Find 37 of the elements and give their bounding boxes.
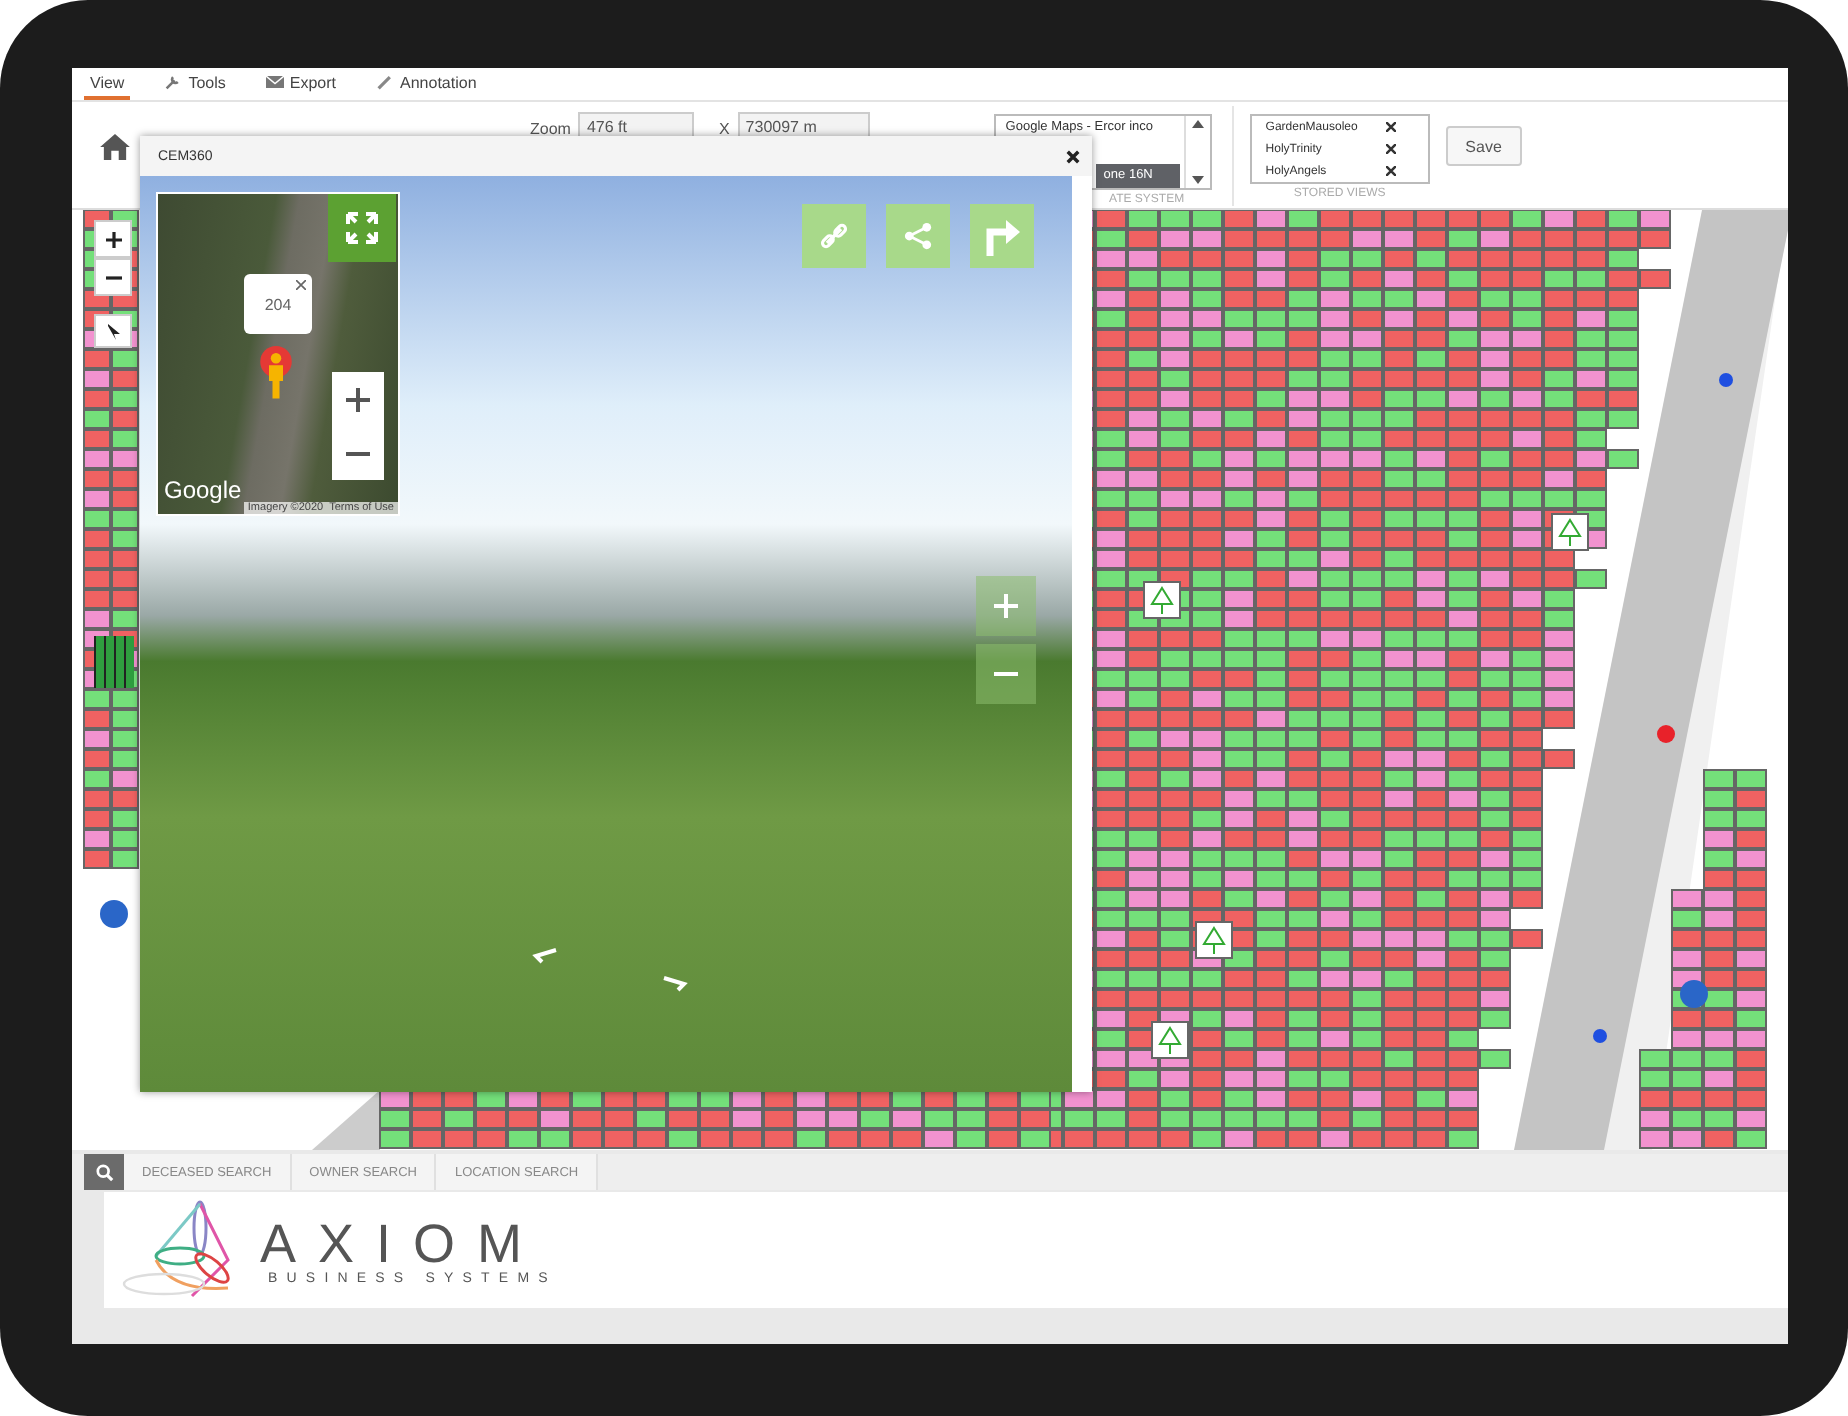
plus-icon — [994, 594, 1018, 618]
grid-icon — [94, 636, 134, 688]
chevron-left-icon[interactable] — [532, 948, 560, 964]
x-label: X — [718, 120, 730, 138]
delete-icon[interactable] — [1385, 166, 1396, 176]
delete-icon[interactable] — [1385, 144, 1396, 154]
pencil-icon — [376, 74, 395, 90]
pointer-tool-button[interactable] — [94, 314, 132, 348]
zoom-in-button[interactable] — [94, 220, 132, 258]
close-icon[interactable] — [1066, 149, 1080, 163]
scroll-up-icon[interactable] — [1191, 120, 1204, 128]
cursor-icon — [103, 321, 123, 341]
marker-label: 204 — [264, 295, 292, 313]
save-button[interactable]: Save — [1445, 126, 1522, 166]
search-button[interactable] — [84, 1154, 124, 1190]
person-marker-icon — [260, 346, 292, 402]
plus-icon — [346, 387, 370, 411]
link-icon — [820, 222, 848, 250]
menu-tab[interactable]: Export — [259, 68, 343, 100]
zoom-out-button[interactable] — [94, 258, 132, 296]
share-icon — [904, 222, 932, 250]
chevron-right-icon[interactable] — [660, 976, 688, 992]
menu-tab[interactable]: Tools — [158, 68, 232, 100]
menu-tab[interactable]: Annotation — [370, 68, 483, 100]
scroll-down-icon[interactable] — [1191, 176, 1204, 184]
envelope-icon — [265, 74, 284, 90]
plus-icon — [103, 229, 123, 249]
delete-icon[interactable] — [1385, 122, 1396, 132]
fullscreen-icon — [346, 212, 378, 244]
logo-name: AXIOM — [260, 1215, 545, 1271]
turn-right-arrow-icon — [982, 216, 1022, 256]
search-icon — [95, 1163, 113, 1181]
map-logo: Google — [164, 476, 242, 504]
zoom-label: Zoom — [530, 120, 571, 138]
wrench-icon — [164, 74, 183, 90]
fullscreen-button[interactable] — [328, 194, 396, 262]
home-icon[interactable] — [100, 134, 130, 160]
